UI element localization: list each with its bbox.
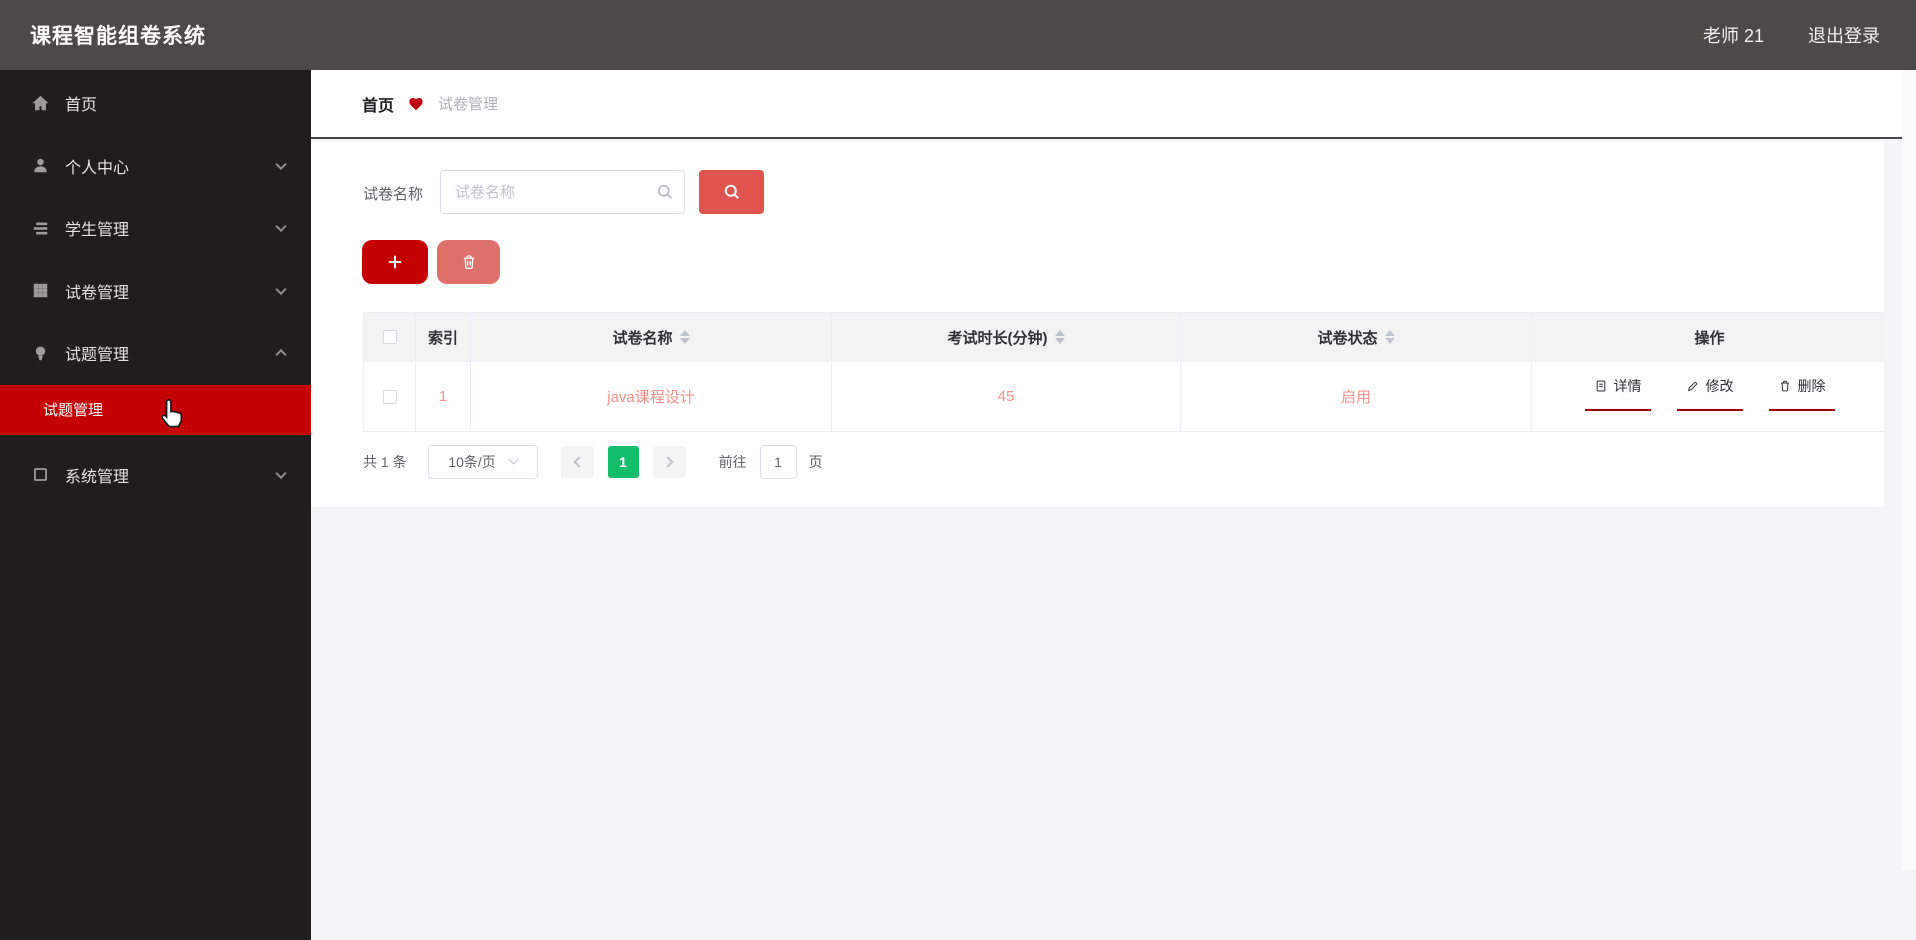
sidebar-item-system[interactable]: 系统管理 xyxy=(0,444,311,507)
column-header-name: 试卷名称 xyxy=(471,312,832,362)
heart-icon xyxy=(408,96,424,112)
content-card: 试卷名称 试卷名称 索引 试卷名称 考试时长(分钟) 试卷状态 操作 1 jav… xyxy=(311,141,1916,507)
chevron-down-icon xyxy=(275,467,287,479)
logout-link[interactable]: 退出登录 xyxy=(1808,22,1880,48)
page-unit-label: 页 xyxy=(808,454,823,470)
header-checkbox-cell xyxy=(364,312,416,362)
pagination-total: 共 1 条 xyxy=(363,454,407,470)
home-icon xyxy=(30,93,50,113)
sidebar-item-label: 系统管理 xyxy=(65,468,130,486)
cell-actions: 详情 修改 删除 xyxy=(1532,362,1888,432)
sidebar-item-questions[interactable]: 试题管理 xyxy=(0,322,311,385)
plus-icon xyxy=(388,255,402,269)
sidebar-subitem-question-manage[interactable]: 试题管理 xyxy=(0,384,311,435)
pen-icon xyxy=(1687,381,1697,392)
row-checkbox-cell xyxy=(364,362,416,432)
sidebar-item-papers[interactable]: 试卷管理 xyxy=(0,260,311,323)
row-checkbox[interactable] xyxy=(382,389,397,404)
page-number-button[interactable]: 1 xyxy=(607,446,639,478)
scrollbar-track[interactable] xyxy=(1902,0,1916,870)
cell-index: 1 xyxy=(416,362,471,432)
cell-duration: 45 xyxy=(832,362,1181,432)
topbar: 课程智能组卷系统 老师 21 退出登录 xyxy=(0,0,1916,70)
sidebar-item-label: 学生管理 xyxy=(65,222,130,240)
trash-icon xyxy=(463,255,474,269)
main-area: 首页 试卷管理 试卷名称 试卷名称 索引 试卷名称 考试时长(分钟) 试卷状态 … xyxy=(311,70,1916,940)
edit-button[interactable]: 修改 xyxy=(1676,376,1743,411)
goto-page-input[interactable] xyxy=(759,445,797,479)
grid-icon xyxy=(30,281,50,301)
search-input[interactable] xyxy=(440,170,685,214)
select-all-checkbox[interactable] xyxy=(382,330,397,344)
delete-button[interactable]: 删除 xyxy=(1768,376,1835,411)
cell-paper-name[interactable]: java课程设计 xyxy=(471,362,832,432)
next-page-button[interactable] xyxy=(652,446,686,478)
table-row: 1 java课程设计 45 启用 详情 修改 删除 xyxy=(364,362,1888,432)
sort-icon[interactable] xyxy=(679,330,690,344)
sidebar: 首页 个人中心 学生管理 试卷管理 试题管理 试题管理 系统管理 xyxy=(0,70,311,940)
chevron-down-icon xyxy=(275,283,287,295)
document-icon xyxy=(1596,380,1605,392)
user-icon xyxy=(30,156,50,176)
current-user[interactable]: 老师 21 xyxy=(1703,22,1764,48)
column-header-status: 试卷状态 xyxy=(1181,312,1532,362)
sidebar-item-profile[interactable]: 个人中心 xyxy=(0,135,311,198)
column-header-duration: 考试时长(分钟) xyxy=(832,312,1181,362)
cell-status: 启用 xyxy=(1181,362,1532,432)
app-title: 课程智能组卷系统 xyxy=(30,25,206,48)
frame-icon xyxy=(30,465,50,485)
content-right-gutter xyxy=(1884,141,1902,507)
sort-icon[interactable] xyxy=(1384,330,1395,344)
chevron-left-icon xyxy=(572,456,585,468)
sidebar-item-label: 首页 xyxy=(65,97,98,115)
search-label: 试卷名称 xyxy=(363,186,424,203)
chevron-down-icon xyxy=(275,220,287,233)
search-button[interactable] xyxy=(699,170,764,214)
bulb-icon xyxy=(30,343,50,363)
sidebar-item-home[interactable]: 首页 xyxy=(0,72,311,135)
prev-page-button[interactable] xyxy=(560,446,594,478)
batch-delete-button[interactable] xyxy=(437,240,500,284)
trash-icon xyxy=(1780,380,1789,392)
search-input-wrap xyxy=(440,170,685,214)
papers-table: 索引 试卷名称 考试时长(分钟) 试卷状态 操作 1 java课程设计 45 启… xyxy=(363,312,1888,432)
sidebar-item-label: 试题管理 xyxy=(65,347,130,365)
sidebar-item-label: 试卷管理 xyxy=(65,284,130,302)
column-header-index: 索引 xyxy=(416,312,471,362)
search-icon xyxy=(655,182,675,202)
chevron-up-icon xyxy=(275,349,287,361)
breadcrumb-current: 试卷管理 xyxy=(438,96,499,113)
breadcrumb-home[interactable]: 首页 xyxy=(362,92,394,116)
column-header-actions: 操作 xyxy=(1532,312,1888,362)
search-icon xyxy=(724,184,739,199)
sidebar-item-label: 个人中心 xyxy=(65,159,130,177)
chevron-down-icon xyxy=(275,158,287,170)
sort-icon[interactable] xyxy=(1054,330,1065,344)
add-button[interactable] xyxy=(362,240,428,284)
list-icon xyxy=(30,218,50,238)
chevron-down-icon xyxy=(508,454,519,465)
topbar-right: 老师 21 退出登录 xyxy=(1703,22,1880,48)
detail-button[interactable]: 详情 xyxy=(1584,376,1651,411)
app-window: 课程智能组卷系统 老师 21 退出登录 首页 个人中心 学生管理 试卷管理 试题… xyxy=(0,0,1916,940)
page-size-select[interactable]: 10条/页 xyxy=(427,445,538,479)
pagination: 共 1 条 10条/页 1 前往 页 xyxy=(363,444,823,480)
chevron-right-icon xyxy=(661,456,674,468)
breadcrumb: 首页 试卷管理 xyxy=(311,70,1916,139)
table-header-row: 索引 试卷名称 考试时长(分钟) 试卷状态 操作 xyxy=(364,312,1888,362)
goto-label: 前往 xyxy=(718,454,747,470)
row-actions: 详情 修改 删除 xyxy=(1584,362,1835,431)
sidebar-subitem-label: 试题管理 xyxy=(43,402,104,419)
sidebar-item-students[interactable]: 学生管理 xyxy=(0,197,311,260)
